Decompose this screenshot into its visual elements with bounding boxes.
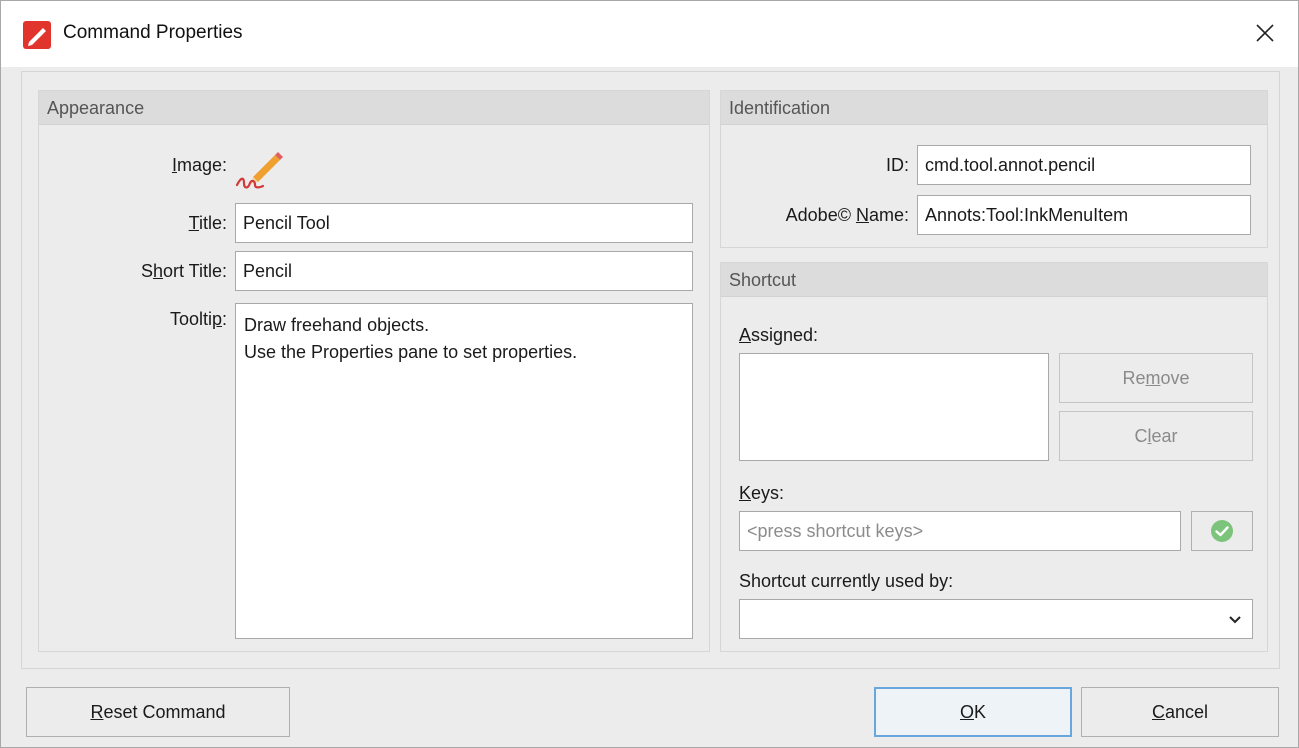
window-title: Command Properties	[63, 22, 243, 43]
shortcut-header: Shortcut	[721, 263, 1267, 297]
assigned-shortcuts-list[interactable]	[739, 353, 1049, 461]
dialog-content: Appearance Image: Title: Pencil Tool Sho…	[21, 71, 1280, 669]
pdf-editor-app-icon	[23, 21, 51, 49]
clear-button[interactable]: Cl ear	[1059, 411, 1253, 461]
appearance-header: Appearance	[39, 91, 709, 125]
image-label: Image:	[171, 155, 227, 175]
pencil-signature-icon	[235, 147, 287, 196]
short-title-input[interactable]: Pencil	[235, 251, 693, 291]
title-bar: Command Properties	[1, 1, 1298, 67]
used-by-select[interactable]	[739, 599, 1253, 639]
remove-button[interactable]: Re m ove	[1059, 353, 1253, 403]
short-title-label: Short Title:	[140, 261, 227, 281]
reset-command-button[interactable]: Reset Command	[26, 687, 290, 737]
confirm-shortcut-button[interactable]	[1191, 511, 1253, 551]
tooltip-textarea[interactable]: Draw freehand objects. Use the Propertie…	[235, 303, 693, 639]
identification-header: Identification	[721, 91, 1267, 125]
adobe-name-input[interactable]: Annots:Tool:InkMenuItem	[917, 195, 1251, 235]
chevron-down-icon	[1229, 616, 1241, 624]
id-label: ID:	[885, 155, 909, 175]
close-button[interactable]	[1243, 13, 1287, 53]
ok-button[interactable]: OK	[874, 687, 1072, 737]
adobe-name-label: Adobe© Name:	[785, 205, 909, 225]
identification-group: Identification ID: cmd.tool.annot.pencil…	[720, 90, 1268, 248]
check-circle-icon	[1211, 520, 1233, 542]
id-input[interactable]: cmd.tool.annot.pencil	[917, 145, 1251, 185]
appearance-group: Appearance Image: Title: Pencil Tool Sho…	[38, 90, 710, 652]
cancel-button[interactable]: Cancel	[1081, 687, 1279, 737]
keys-label: Keys:	[739, 483, 785, 503]
title-input[interactable]: Pencil Tool	[235, 203, 693, 243]
assigned-label: Assigned:	[739, 325, 819, 345]
shortcut-group: Shortcut Assigned: Re m ove Cl ear Keys: <p…	[720, 262, 1268, 652]
command-properties-dialog: Command Properties Appearance Image: Tit…	[0, 0, 1299, 748]
title-label: Title:	[188, 213, 227, 233]
close-icon	[1256, 24, 1274, 42]
used-by-label: Shortcut currently used by:	[739, 571, 954, 591]
tooltip-label: Tooltip:	[169, 309, 227, 329]
keys-input[interactable]: <press shortcut keys>	[739, 511, 1181, 551]
